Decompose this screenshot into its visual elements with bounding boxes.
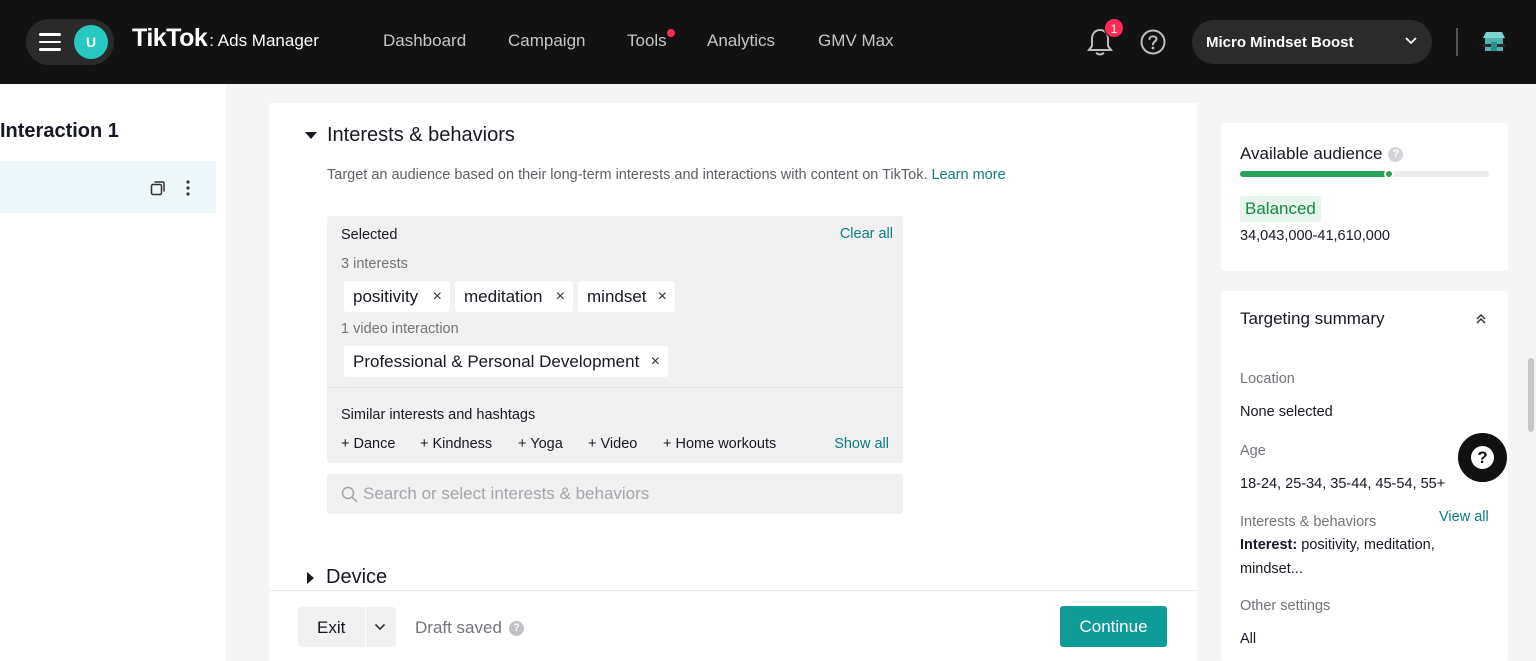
search-icon	[341, 486, 358, 503]
nav-tools[interactable]: Tools	[627, 29, 675, 51]
audience-meter-fill	[1240, 171, 1390, 177]
ad-group-sidebar: Interaction 1	[0, 84, 226, 661]
remove-icon[interactable]: ×	[658, 281, 667, 312]
audience-title-text: Available audience	[1240, 144, 1383, 163]
exit-label: Exit	[317, 618, 346, 637]
draft-status: Draft saved ?	[415, 618, 524, 638]
interests-label: Interests & behaviors	[1240, 514, 1377, 530]
other-settings-value: All	[1240, 631, 1257, 647]
chevron-down-icon	[1405, 37, 1417, 45]
interest-search-box	[327, 474, 903, 514]
nav-dashboard[interactable]: Dashboard	[383, 31, 466, 51]
more-icon[interactable]	[185, 179, 191, 197]
interests-count: 3 interests	[341, 256, 408, 272]
other-settings-label: Other settings	[1240, 598, 1331, 614]
similar-interests-label: Similar interests and hashtags	[341, 407, 536, 423]
suggested-interest[interactable]: + Home workouts	[663, 436, 776, 452]
shop-icon[interactable]	[1480, 28, 1508, 56]
sidebar-item-selected[interactable]	[0, 161, 216, 213]
question-icon: ?	[1471, 446, 1494, 469]
interest-chip: positivity ×	[344, 281, 450, 312]
remove-icon[interactable]: ×	[651, 346, 660, 377]
interest-chip: meditation ×	[455, 281, 573, 312]
nav-gmv-max[interactable]: GMV Max	[818, 31, 894, 51]
suggested-interest[interactable]: + Dance	[341, 436, 395, 452]
help-icon[interactable]	[1140, 29, 1166, 55]
interests-section-header[interactable]: Interests & behaviors	[305, 124, 515, 147]
nav-tools-label: Tools	[627, 31, 667, 50]
new-indicator-dot	[666, 29, 675, 37]
location-value: None selected	[1240, 404, 1333, 420]
draft-status-text: Draft saved	[415, 618, 502, 637]
show-all-link[interactable]: Show all	[834, 436, 889, 452]
section-title: Interests & behaviors	[327, 124, 515, 146]
audience-meter-marker	[1384, 169, 1395, 179]
chip-label: meditation	[464, 287, 543, 306]
divider	[327, 387, 903, 388]
targeting-section-card: Interests & behaviors Target an audience…	[269, 103, 1197, 661]
available-audience-card: Available audience ? Balanced 34,043,000…	[1221, 123, 1508, 271]
account-name: Micro Mindset Boost	[1206, 34, 1354, 51]
action-footer: Exit Draft saved ? Continue	[269, 590, 1197, 661]
audience-meter	[1240, 169, 1489, 179]
video-interaction-chip: Professional & Personal Development ×	[344, 346, 668, 377]
ad-group-title[interactable]: Interaction 1	[0, 120, 119, 143]
nav-campaign[interactable]: Campaign	[508, 31, 586, 51]
suggested-interest[interactable]: + Video	[588, 436, 637, 452]
view-all-link[interactable]: View all	[1439, 509, 1489, 525]
selected-interests-panel: Selected Clear all 3 interests positivit…	[327, 216, 903, 463]
account-selector[interactable]: Micro Mindset Boost	[1192, 20, 1432, 64]
copy-icon[interactable]	[150, 180, 166, 196]
clear-all-button[interactable]: Clear all	[840, 226, 893, 242]
divider	[365, 607, 366, 647]
age-value: 18-24, 25-34, 35-44, 45-54, 55+	[1240, 476, 1446, 492]
chip-label: Professional & Personal Development	[353, 352, 640, 371]
section-description: Target an audience based on their long-t…	[327, 167, 1006, 183]
chip-label: mindset	[587, 287, 647, 306]
interest-prefix: Interest:	[1240, 537, 1298, 553]
suggested-interest[interactable]: + Kindness	[420, 436, 492, 452]
device-section-header[interactable]: Device	[307, 566, 387, 589]
caret-down-icon	[305, 132, 317, 139]
question-icon[interactable]: ?	[508, 620, 524, 636]
age-label: Age	[1240, 443, 1266, 459]
status-badge: Balanced	[1240, 196, 1321, 222]
search-input[interactable]	[363, 474, 893, 514]
suggested-interest[interactable]: + Yoga	[518, 436, 563, 452]
top-navigation-bar: U TikTok : Ads Manager Dashboard Campaig…	[0, 0, 1536, 84]
notification-count-badge: 1	[1104, 18, 1124, 38]
section-title: Device	[326, 566, 388, 588]
summary-title: Targeting summary	[1240, 309, 1385, 328]
description-text: Target an audience based on their long-t…	[327, 167, 928, 183]
chevron-down-icon[interactable]	[374, 622, 386, 632]
video-interaction-count: 1 video interaction	[341, 321, 459, 337]
location-label: Location	[1240, 371, 1295, 387]
main-nav: Dashboard Campaign Tools Analytics GMV M…	[0, 29, 1000, 55]
nav-analytics[interactable]: Analytics	[707, 31, 775, 51]
remove-icon[interactable]: ×	[433, 281, 442, 312]
continue-button[interactable]: Continue	[1060, 606, 1167, 647]
exit-button[interactable]: Exit	[298, 607, 396, 647]
divider	[1456, 28, 1458, 56]
audience-title: Available audience ?	[1240, 144, 1404, 164]
learn-more-link[interactable]: Learn more	[931, 167, 1005, 183]
interest-chip: mindset ×	[578, 281, 675, 312]
scrollbar-thumb[interactable]	[1528, 358, 1534, 432]
remove-icon[interactable]: ×	[556, 281, 565, 312]
question-icon[interactable]: ?	[1388, 146, 1404, 162]
caret-right-icon	[307, 571, 314, 584]
chip-label: positivity	[353, 287, 419, 306]
floating-help-button[interactable]: ?	[1456, 431, 1509, 484]
selected-label: Selected	[341, 227, 398, 243]
collapse-icon[interactable]	[1474, 312, 1488, 326]
audience-size: 34,043,000-41,610,000	[1240, 228, 1390, 244]
interest-summary: Interest: positivity, meditation, mindse…	[1240, 533, 1490, 581]
